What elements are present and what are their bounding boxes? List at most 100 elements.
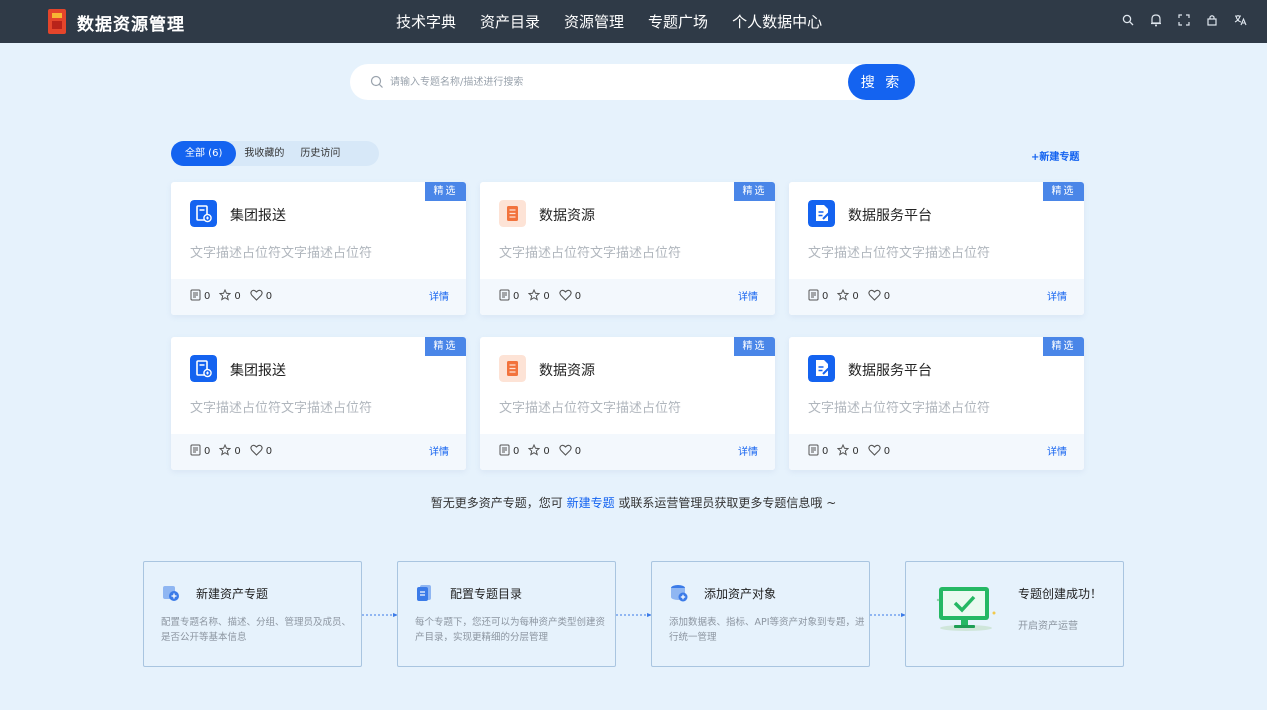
doc-count: 0 bbox=[499, 444, 519, 459]
details-link[interactable]: 详情 bbox=[429, 288, 449, 303]
topic-card[interactable]: 精选数据资源文字描述占位符文字描述占位符 0 0 0 详情 bbox=[480, 182, 775, 315]
tab-history[interactable]: 历史访问 bbox=[292, 141, 348, 166]
logo-icon bbox=[48, 9, 66, 34]
card-title[interactable]: 数据服务平台 bbox=[848, 360, 932, 380]
like-count[interactable]: 0 bbox=[559, 444, 581, 459]
search-button[interactable]: 搜 索 bbox=[848, 64, 915, 100]
nav-item-catalog[interactable]: 资产目录 bbox=[480, 11, 540, 32]
report-icon bbox=[190, 355, 217, 382]
doc-count-value: 0 bbox=[513, 291, 520, 302]
search-input[interactable] bbox=[390, 72, 840, 92]
favorite-count[interactable]: 0 bbox=[528, 443, 550, 459]
step-add-assets: 添加资产对象 添加数据表、指标、API等资产对象到专题，进行统一管理 bbox=[651, 561, 870, 667]
like-count-value: 0 bbox=[883, 446, 891, 457]
new-topic-inline-link[interactable]: 新建专题 bbox=[567, 496, 615, 510]
heart-icon[interactable] bbox=[559, 444, 575, 459]
like-count[interactable]: 0 bbox=[250, 444, 272, 459]
tab-favorites[interactable]: 我收藏的 bbox=[236, 141, 292, 166]
nav-item-resources[interactable]: 资源管理 bbox=[564, 11, 624, 32]
favorite-count[interactable]: 0 bbox=[528, 288, 550, 304]
document-icon bbox=[190, 289, 204, 304]
favorite-count[interactable]: 0 bbox=[837, 443, 859, 459]
details-link[interactable]: 详情 bbox=[1047, 288, 1067, 303]
filter-tabs: 全部 (6) 我收藏的 历史访问 bbox=[171, 141, 379, 166]
favorite-count[interactable]: 0 bbox=[219, 288, 241, 304]
bell-icon[interactable] bbox=[1149, 12, 1163, 28]
search-icon[interactable] bbox=[1121, 12, 1135, 28]
favorite-count-value: 0 bbox=[234, 291, 241, 302]
topic-card[interactable]: 精选 集团报送 文字描述占位符文字描述占位符 0 0 0 详情 bbox=[171, 182, 466, 315]
nav-item-topics[interactable]: 专题广场 bbox=[648, 11, 708, 32]
service-icon bbox=[808, 200, 835, 227]
topic-card[interactable]: 精选 集团报送 文字描述占位符文字描述占位符 0 0 0 详情 bbox=[171, 337, 466, 470]
nav-item-dictionary[interactable]: 技术字典 bbox=[396, 11, 456, 32]
card-title[interactable]: 数据资源 bbox=[539, 360, 595, 380]
tab-all[interactable]: 全部 (6) bbox=[171, 141, 237, 166]
doc-count-value: 0 bbox=[513, 446, 520, 457]
star-icon[interactable] bbox=[837, 443, 852, 459]
heart-icon[interactable] bbox=[250, 289, 266, 304]
step-success: 专题创建成功！ 开启资产运营 bbox=[905, 561, 1124, 667]
topic-card[interactable]: 精选 数据服务平台 文字描述占位符文字描述占位符 0 0 0 详情 bbox=[789, 182, 1084, 315]
doc-count: 0 bbox=[190, 289, 210, 304]
favorite-count-value: 0 bbox=[543, 291, 550, 302]
card-stats: 0 0 0 bbox=[190, 443, 281, 459]
heart-icon[interactable] bbox=[868, 444, 884, 459]
lock-icon[interactable] bbox=[1205, 12, 1219, 28]
monitor-check-icon bbox=[936, 587, 996, 631]
document-icon bbox=[499, 444, 513, 459]
like-count-value: 0 bbox=[574, 291, 582, 302]
flow-arrow-icon bbox=[362, 613, 398, 617]
card-title[interactable]: 集团报送 bbox=[230, 360, 286, 380]
favorite-count-value: 0 bbox=[852, 291, 859, 302]
details-link[interactable]: 详情 bbox=[429, 443, 449, 458]
new-topic-link[interactable]: +新建专题 bbox=[1031, 148, 1079, 163]
like-count-value: 0 bbox=[883, 291, 891, 302]
details-link[interactable]: 详情 bbox=[1047, 443, 1067, 458]
document-icon bbox=[808, 289, 822, 304]
details-link[interactable]: 详情 bbox=[738, 443, 758, 458]
toolbar bbox=[1121, 12, 1247, 28]
details-link[interactable]: 详情 bbox=[738, 288, 758, 303]
heart-icon[interactable] bbox=[559, 289, 575, 304]
card-stats: 0 0 0 bbox=[190, 288, 281, 304]
translate-icon[interactable] bbox=[1233, 12, 1247, 28]
star-icon[interactable] bbox=[219, 288, 234, 304]
resource-icon bbox=[499, 355, 526, 382]
like-count[interactable]: 0 bbox=[559, 289, 581, 304]
card-description: 文字描述占位符文字描述占位符 bbox=[499, 246, 682, 261]
doc-count-value: 0 bbox=[822, 291, 829, 302]
favorite-count-value: 0 bbox=[234, 446, 241, 457]
nav-item-personal[interactable]: 个人数据中心 bbox=[732, 11, 822, 32]
doc-count: 0 bbox=[808, 444, 828, 459]
fullscreen-icon[interactable] bbox=[1177, 12, 1191, 28]
favorite-count[interactable]: 0 bbox=[837, 288, 859, 304]
card-description: 文字描述占位符文字描述占位符 bbox=[808, 246, 991, 261]
topic-card[interactable]: 精选 数据服务平台 文字描述占位符文字描述占位符 0 0 0 详情 bbox=[789, 337, 1084, 470]
featured-badge: 精选 bbox=[734, 182, 775, 201]
star-icon[interactable] bbox=[219, 443, 234, 459]
featured-badge: 精选 bbox=[1043, 337, 1084, 356]
like-count-value: 0 bbox=[574, 446, 582, 457]
step-title: 配置专题目录 bbox=[450, 587, 523, 601]
topic-card[interactable]: 精选 数据资源 文字描述占位符文字描述占位符 0 0 0 详情 bbox=[480, 337, 775, 470]
card-title[interactable]: 数据服务平台 bbox=[848, 205, 932, 225]
like-count[interactable]: 0 bbox=[868, 444, 890, 459]
card-description: 文字描述占位符文字描述占位符 bbox=[190, 401, 373, 416]
card-title[interactable]: 数据资源 bbox=[539, 205, 595, 225]
card-title[interactable]: 集团报送 bbox=[230, 205, 286, 225]
heart-icon[interactable] bbox=[868, 289, 884, 304]
favorite-count[interactable]: 0 bbox=[219, 443, 241, 459]
star-icon[interactable] bbox=[837, 288, 852, 304]
like-count[interactable]: 0 bbox=[250, 289, 272, 304]
star-icon[interactable] bbox=[528, 443, 543, 459]
flow-arrow-icon bbox=[870, 613, 906, 617]
heart-icon[interactable] bbox=[250, 444, 266, 459]
empty-hint-text-1: 暂无更多资产专题，您可 bbox=[430, 496, 567, 510]
like-count[interactable]: 0 bbox=[868, 289, 890, 304]
document-icon bbox=[190, 444, 204, 459]
step-title: 新建资产专题 bbox=[196, 587, 269, 601]
star-icon[interactable] bbox=[528, 288, 543, 304]
step-title: 专题创建成功！ bbox=[1018, 587, 1103, 601]
card-description: 文字描述占位符文字描述占位符 bbox=[190, 246, 373, 261]
